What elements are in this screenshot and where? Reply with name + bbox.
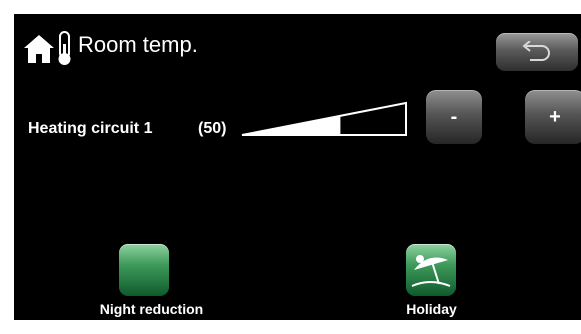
increase-button[interactable]: + [525, 90, 581, 144]
beach-umbrella-icon [411, 255, 451, 287]
decrease-button[interactable]: - [426, 90, 482, 144]
heating-level-indicator [241, 101, 407, 136]
holiday-button[interactable] [406, 244, 456, 296]
back-button[interactable] [496, 33, 578, 71]
heating-circuit-label: Heating circuit 1 [28, 120, 153, 137]
return-arrow-icon [522, 41, 550, 61]
night-reduction-label: Night reduction [99, 301, 204, 317]
house-thermometer-icon [24, 31, 71, 65]
room-temp-screen: Room temp. Heating circuit 1 (50) - + Ni… [14, 14, 581, 320]
night-reduction-button[interactable] [119, 244, 169, 296]
holiday-label: Holiday [406, 301, 457, 317]
moon-icon [135, 256, 149, 284]
heating-circuit-value: (50) [198, 120, 227, 137]
page-title: Room temp. [78, 32, 198, 57]
